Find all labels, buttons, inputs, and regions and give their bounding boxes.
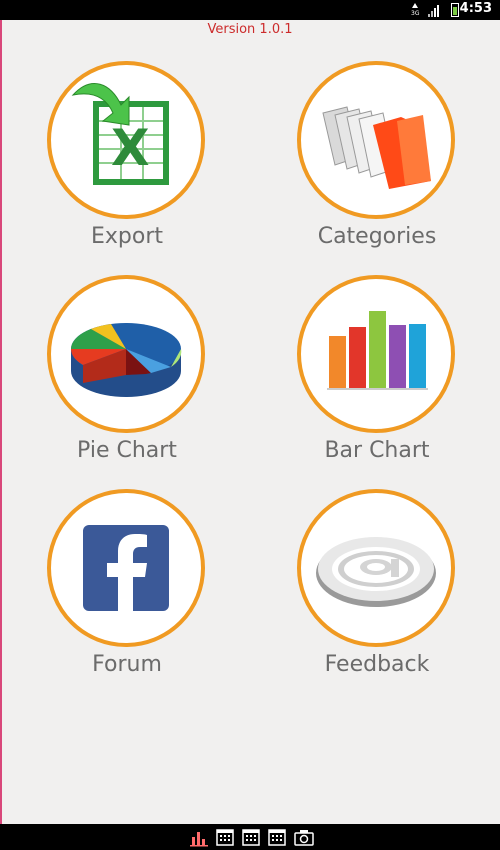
folders-icon: [322, 106, 431, 189]
forum-circle[interactable]: [47, 489, 205, 647]
export-circle[interactable]: X: [47, 61, 205, 219]
feedback-label: Feedback: [324, 652, 430, 677]
feedback-circle[interactable]: [297, 489, 455, 647]
bar-chart-tab-icon[interactable]: [189, 827, 209, 847]
status-time: 4:53: [459, 1, 492, 16]
calendar-week-icon[interactable]: [241, 827, 261, 847]
battery-icon: [451, 3, 459, 17]
bar-chart-icon: [327, 311, 428, 390]
signal-icon: [428, 4, 442, 17]
bottom-nav-bar: [0, 824, 500, 850]
facebook-icon: [83, 525, 169, 611]
camera-icon[interactable]: [294, 827, 314, 847]
categories-circle[interactable]: [297, 61, 455, 219]
bar-chart-label: Bar Chart: [324, 438, 430, 463]
categories-label: Categories: [317, 224, 437, 249]
forum-label: Forum: [92, 652, 162, 677]
pie-chart-icon: [71, 323, 182, 397]
network-icon: 3G: [410, 3, 422, 17]
calendar-month-icon[interactable]: [267, 827, 287, 847]
svg-text:X: X: [111, 119, 150, 177]
bar-chart-circle[interactable]: [297, 275, 455, 433]
status-bar: 3G 4:53: [0, 0, 500, 20]
excel-icon: X: [71, 83, 169, 185]
network-type: 3G: [411, 10, 420, 17]
pie-chart-circle[interactable]: [47, 275, 205, 433]
at-sign-icon: [316, 537, 436, 607]
export-label: Export: [90, 224, 163, 249]
calendar-day-icon[interactable]: [215, 827, 235, 847]
version-label: Version 1.0.1: [207, 22, 293, 37]
left-edge-line: [0, 20, 2, 824]
pie-chart-label: Pie Chart: [77, 438, 177, 463]
